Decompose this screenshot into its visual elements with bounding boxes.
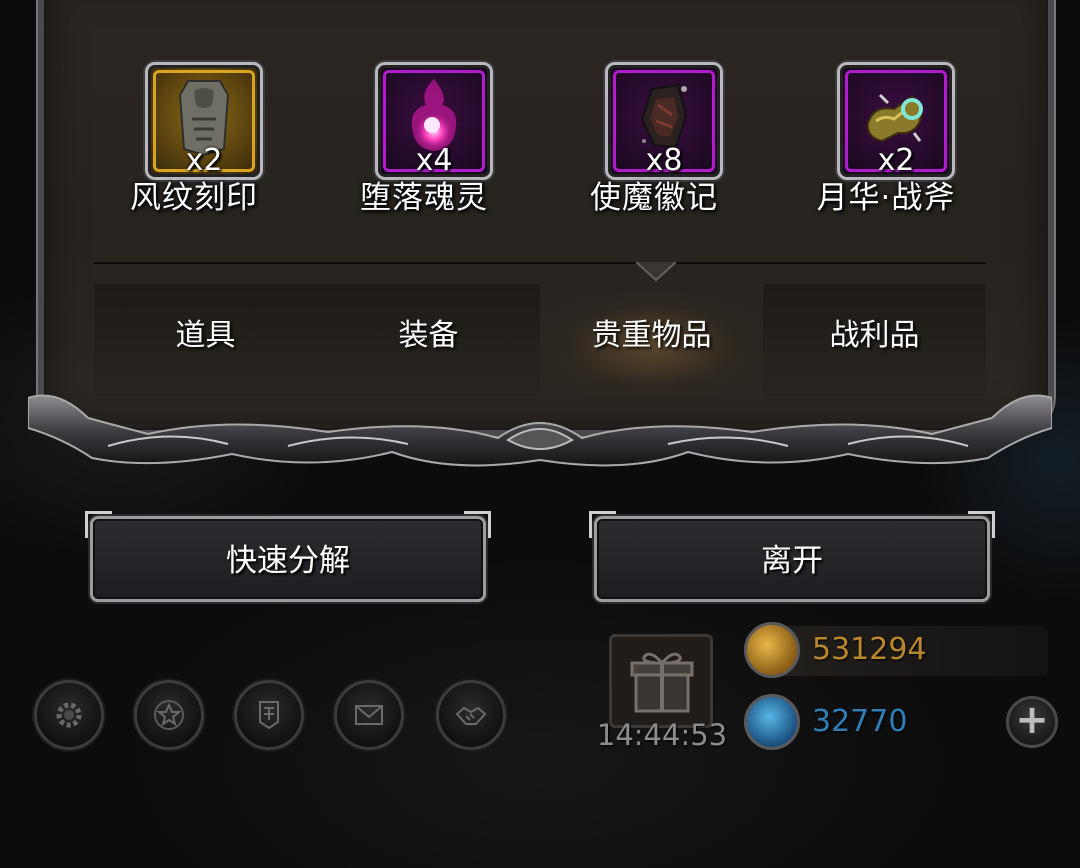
- guild-button[interactable]: [234, 680, 304, 750]
- item-count: x2: [185, 143, 223, 178]
- item-name: 月华·战斧: [816, 180, 956, 216]
- reward-items: x2 风纹刻印 x4 堕落魂灵 x8 使魔徽记 x2 月华·战斧: [0, 60, 1080, 220]
- settings-button[interactable]: [34, 680, 104, 750]
- gem-icon: [744, 694, 800, 750]
- item-name: 堕落魂灵: [360, 180, 488, 216]
- item-count: x2: [877, 143, 915, 178]
- gold-amount: 531294: [812, 632, 927, 667]
- reward-item[interactable]: x2 月华·战斧: [796, 60, 976, 220]
- quick-dismantle-button[interactable]: 快速分解: [85, 511, 486, 602]
- gift-button[interactable]: [609, 634, 713, 728]
- ornate-frame-border: [28, 394, 1052, 467]
- item-slot[interactable]: x2: [837, 62, 955, 180]
- reward-item[interactable]: x2 风纹刻印: [104, 60, 284, 220]
- trade-button[interactable]: [436, 680, 506, 750]
- divider-line: [94, 262, 986, 264]
- handshake-icon: [455, 706, 487, 725]
- gold-coins-icon: [744, 622, 800, 678]
- gem-amount: 32770: [812, 704, 908, 739]
- achievement-button[interactable]: [134, 680, 204, 750]
- tab-equipment[interactable]: 装备: [317, 284, 540, 396]
- item-name: 使魔徽记: [590, 180, 718, 216]
- guild-banner-icon: [259, 701, 279, 730]
- leave-button[interactable]: 离开: [589, 511, 990, 602]
- settings-gear-icon: [56, 702, 82, 728]
- add-currency-button[interactable]: +: [1006, 696, 1058, 748]
- tab-valuables[interactable]: 贵重物品: [540, 284, 763, 396]
- gift-box-icon: [630, 652, 694, 713]
- item-slot[interactable]: x8: [605, 62, 723, 180]
- tab-items[interactable]: 道具: [94, 284, 317, 396]
- item-name: 风纹刻印: [130, 180, 258, 216]
- item-count: x4: [415, 143, 453, 178]
- reward-item[interactable]: x8 使魔徽记: [564, 60, 744, 220]
- gift-timer: 14:44:53: [596, 718, 728, 752]
- achievement-star-icon: [154, 700, 184, 730]
- category-tabs: 道具 装备 贵重物品 战利品: [94, 284, 986, 396]
- tab-loot[interactable]: 战利品: [763, 284, 986, 396]
- item-slot[interactable]: x2: [145, 62, 263, 180]
- mail-icon: [355, 705, 383, 725]
- reward-item[interactable]: x4 堕落魂灵: [334, 60, 514, 220]
- item-count: x8: [645, 143, 683, 178]
- divider-ornament: [636, 262, 676, 282]
- item-slot[interactable]: x4: [375, 62, 493, 180]
- mail-button[interactable]: [334, 680, 404, 750]
